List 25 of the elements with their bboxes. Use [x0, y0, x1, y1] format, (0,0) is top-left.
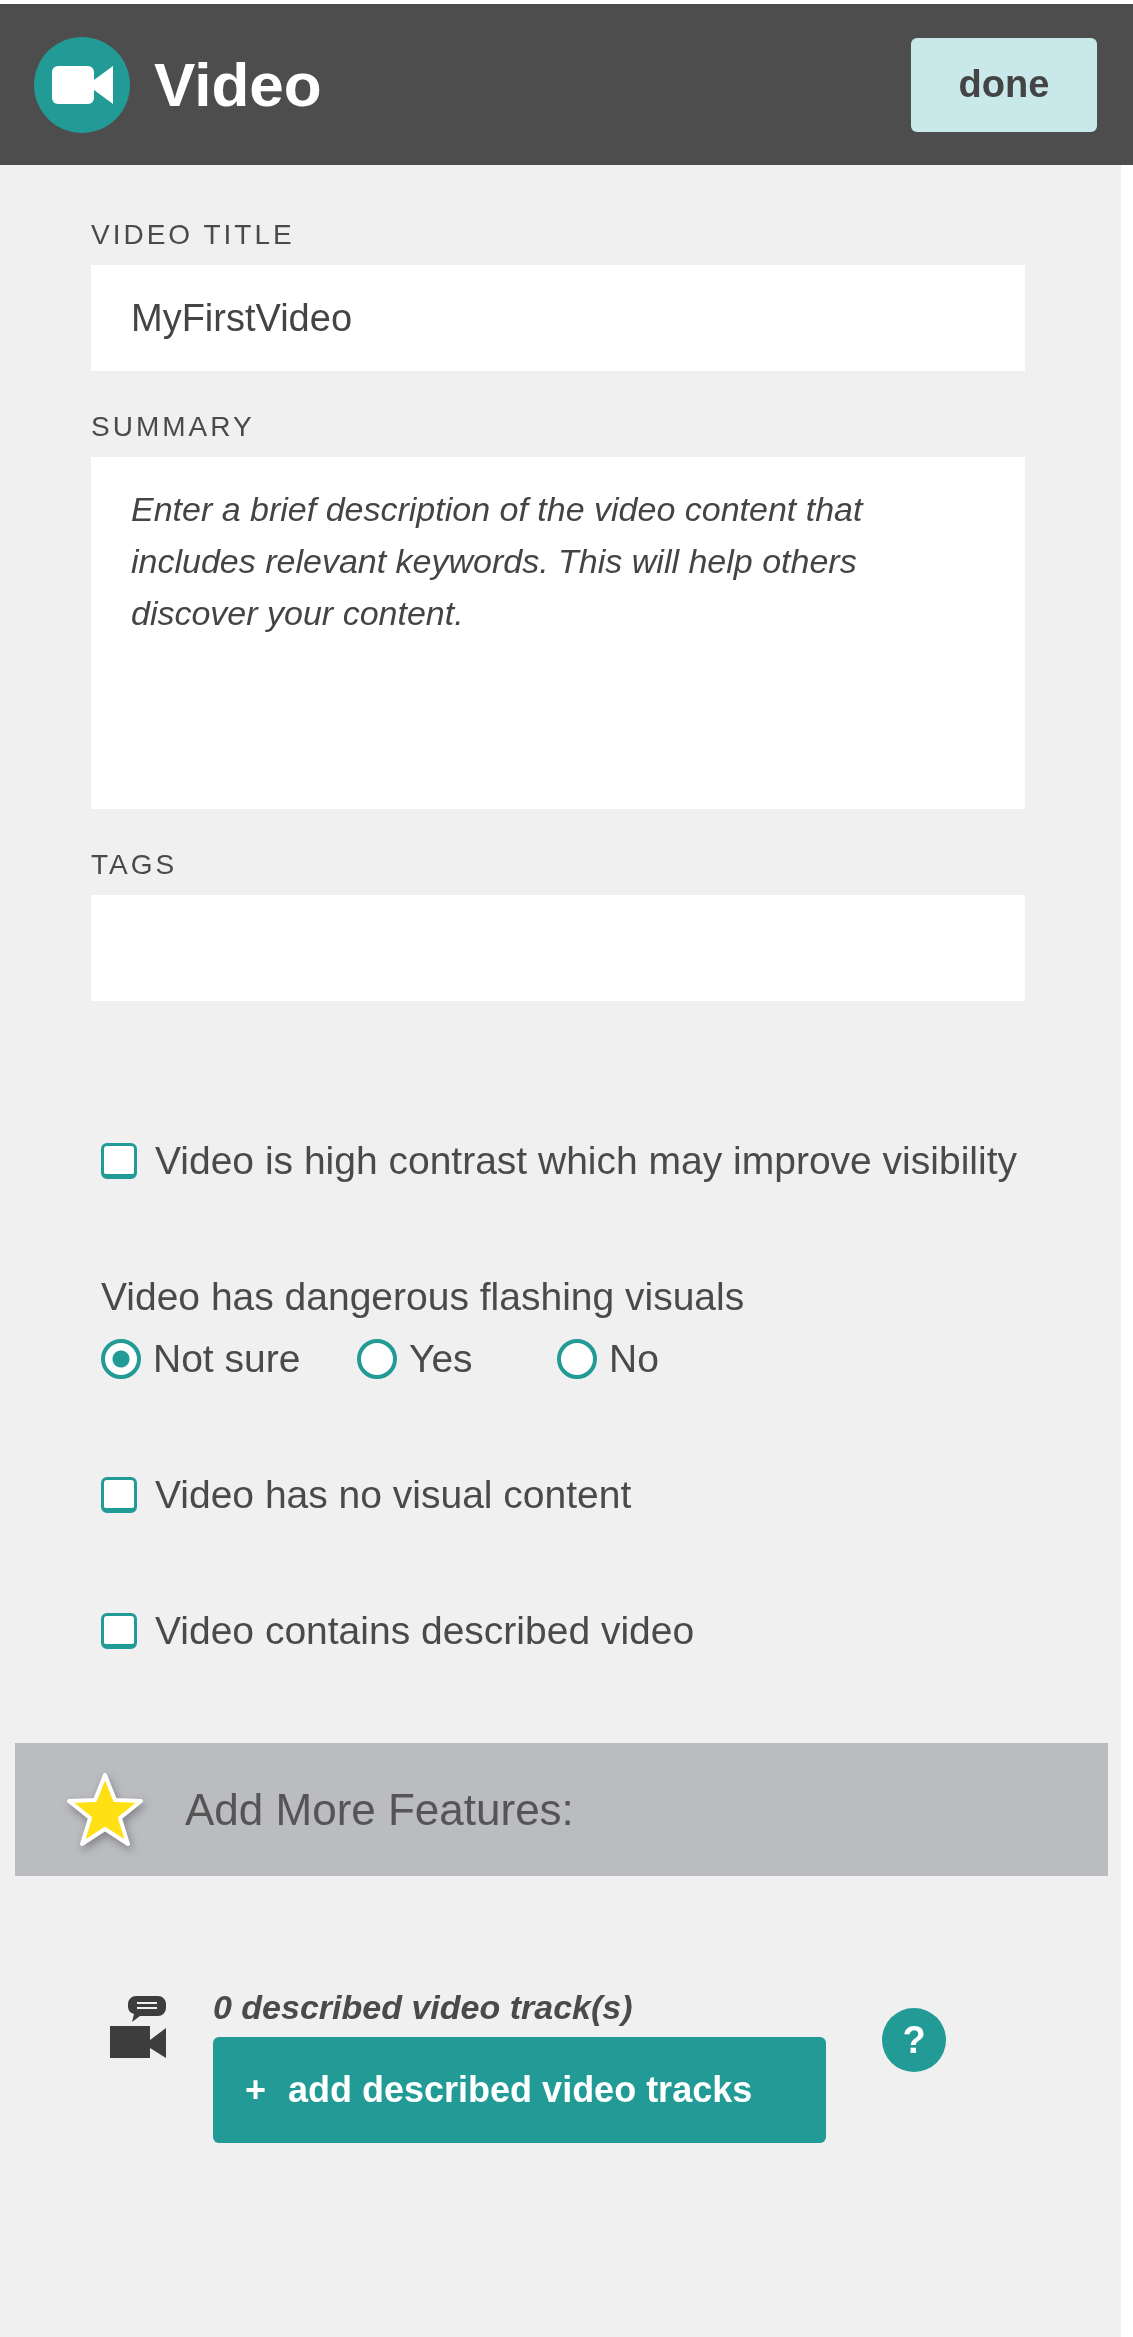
checkbox-label: Video has no visual content: [155, 1473, 632, 1517]
checkbox[interactable]: [101, 1477, 137, 1513]
summary-field[interactable]: Enter a brief description of the video content that includes relevant keywords. This will help others discover your content.: [91, 457, 1025, 809]
window-title: Video: [154, 49, 323, 120]
checkbox-label: Video contains described video: [155, 1609, 695, 1653]
radio-button[interactable]: [357, 1339, 397, 1379]
radio-label: Not sure: [153, 1337, 301, 1381]
radio-button[interactable]: [557, 1339, 597, 1379]
video-camera-speech-icon: [110, 1996, 166, 2058]
field-label: TAGS: [91, 849, 179, 881]
radio-label: Yes: [409, 1337, 473, 1381]
input-field[interactable]: MyFirstVideo: [91, 265, 1025, 371]
done-button[interactable]: done: [911, 37, 1097, 132]
video-camera-icon: [34, 36, 130, 133]
radio-label: No: [609, 1337, 659, 1381]
section-title: Add More Features:: [185, 1784, 574, 1835]
field-label: VIDEO TITLE: [91, 219, 296, 251]
question-label: Video has dangerous flashing visuals: [101, 1275, 746, 1319]
field-label: SUMMARY: [91, 411, 256, 443]
checkbox[interactable]: [101, 1143, 137, 1179]
star-icon: [65, 1770, 145, 1849]
checkbox[interactable]: [101, 1613, 137, 1649]
track-count: 0 described video track(s): [213, 1988, 634, 2027]
radio-button[interactable]: [101, 1339, 141, 1379]
checkbox-label: Video is high contrast which may improve visibility: [155, 1139, 1017, 1183]
